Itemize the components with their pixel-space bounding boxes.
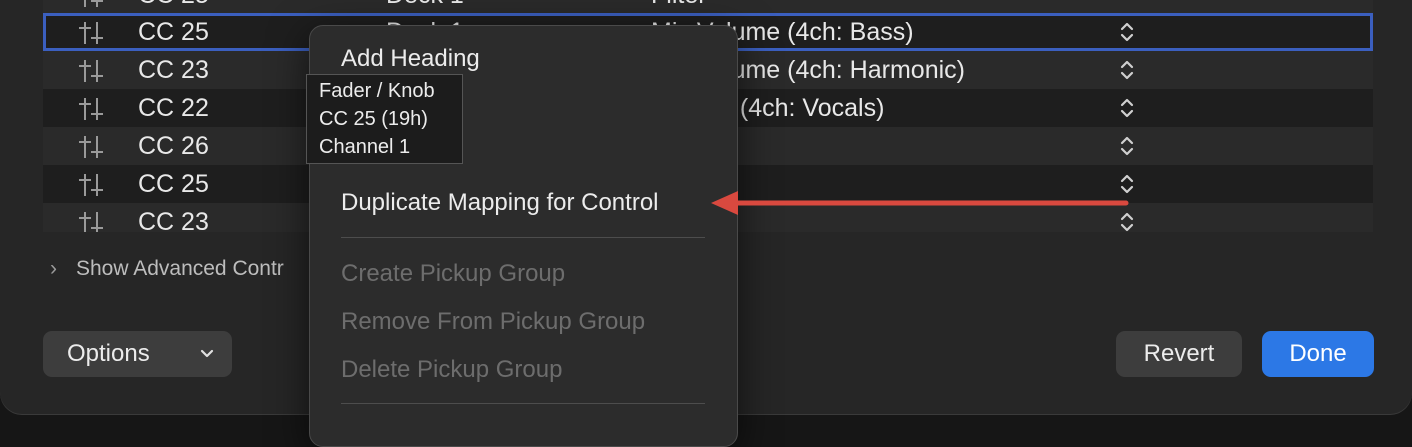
annotation-arrow-icon bbox=[711, 191, 1129, 215]
